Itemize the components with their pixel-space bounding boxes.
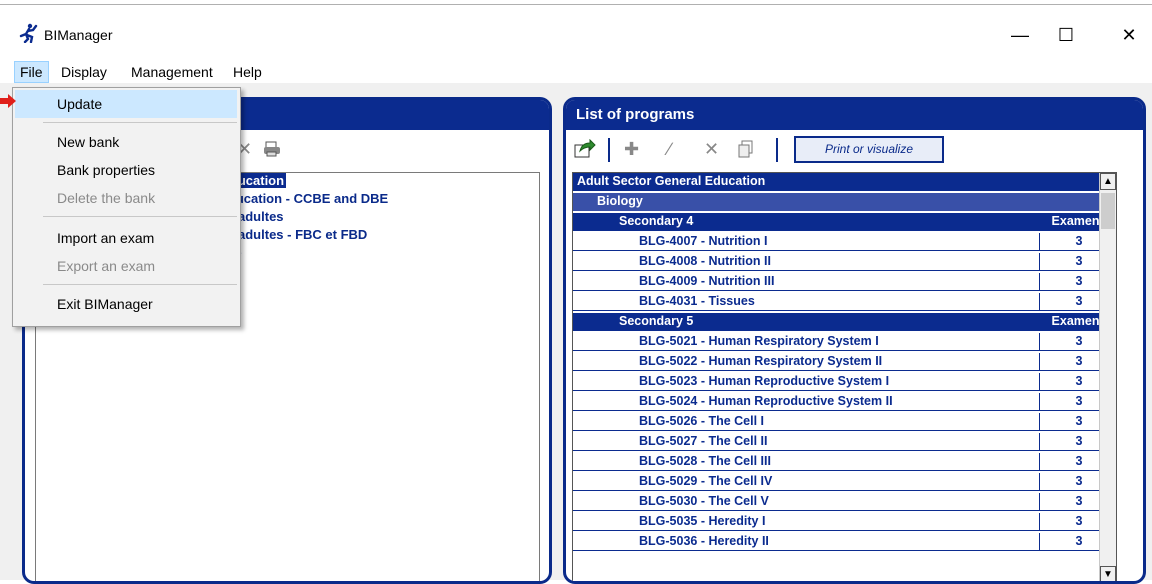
x-icon[interactable]: ✕ bbox=[704, 136, 719, 162]
app-window: BIManager — ☐ ✕ File Display Management … bbox=[0, 4, 1152, 584]
program-name-cell: BLG-4031 - Tissues bbox=[573, 293, 1040, 311]
program-name-cell: BLG-5024 - Human Reproductive System II bbox=[573, 393, 1040, 411]
toolbar-separator bbox=[608, 138, 610, 162]
menu-display[interactable]: Display bbox=[56, 61, 112, 83]
scroll-down-icon[interactable]: ▼ bbox=[1100, 566, 1116, 581]
menu-separator bbox=[43, 216, 237, 217]
table-row[interactable]: BLG-4031 - Tissues 3 bbox=[573, 293, 1116, 311]
program-name-cell: BLG-5036 - Heredity II bbox=[573, 533, 1040, 551]
program-name-cell: BLG-5035 - Heredity I bbox=[573, 513, 1040, 531]
group-header-row[interactable]: Adult Sector General Education bbox=[573, 173, 1116, 191]
table-row[interactable]: BLG-5036 - Heredity II 3 bbox=[573, 533, 1116, 551]
program-name-cell: Secondary 4 bbox=[573, 213, 1040, 231]
menu-item-export-exam: Export an exam bbox=[57, 258, 156, 274]
program-name-cell: BLG-5027 - The Cell II bbox=[573, 433, 1040, 451]
program-name-cell: Adult Sector General Education bbox=[577, 174, 766, 188]
table-row[interactable]: BLG-5028 - The Cell III 3 bbox=[573, 453, 1116, 471]
export-icon[interactable] bbox=[574, 136, 596, 162]
program-name-cell: BLG-5026 - The Cell I bbox=[573, 413, 1040, 431]
scroll-thumb[interactable] bbox=[1101, 193, 1115, 229]
table-row[interactable]: BLG-5024 - Human Reproductive System II 3 bbox=[573, 393, 1116, 411]
group-header-row[interactable]: Secondary 5 Examens bbox=[573, 313, 1116, 331]
scroll-up-icon[interactable]: ▲ bbox=[1100, 173, 1116, 190]
table-row[interactable]: BLG-5029 - The Cell IV 3 bbox=[573, 473, 1116, 491]
group-header-row[interactable]: Biology bbox=[573, 193, 1116, 211]
table-row[interactable]: BLG-5027 - The Cell II 3 bbox=[573, 433, 1116, 451]
menu-management[interactable]: Management bbox=[126, 61, 218, 83]
vertical-scrollbar[interactable]: ▲ ▼ bbox=[1099, 173, 1116, 581]
plus-icon[interactable]: ✚ bbox=[624, 136, 639, 162]
printer-icon[interactable] bbox=[263, 136, 281, 162]
programs-panel: List of programs ✚ ∕ ✕ Print or visualiz… bbox=[563, 97, 1146, 584]
program-name-cell: Biology bbox=[597, 194, 643, 208]
program-name-cell: BLG-4007 - Nutrition I bbox=[573, 233, 1040, 251]
minimize-button[interactable]: — bbox=[997, 17, 1043, 53]
running-figure-icon bbox=[19, 23, 38, 43]
group-header-row[interactable]: Secondary 4 Examens bbox=[573, 213, 1116, 231]
program-name-cell: Secondary 5 bbox=[573, 313, 1040, 331]
print-visualize-button[interactable]: Print or visualize bbox=[794, 136, 944, 163]
menu-bar: File Display Management Help bbox=[0, 61, 1152, 83]
program-name-cell: BLG-5022 - Human Respiratory System II bbox=[573, 353, 1040, 371]
menu-item-delete-bank: Delete the bank bbox=[57, 190, 156, 206]
table-row[interactable]: BLG-4008 - Nutrition II 3 bbox=[573, 253, 1116, 271]
program-name-cell: BLG-4008 - Nutrition II bbox=[573, 253, 1040, 271]
table-row[interactable]: BLG-5021 - Human Respiratory System I3 bbox=[573, 333, 1116, 351]
menu-item-new-bank[interactable]: New bank bbox=[15, 128, 237, 156]
table-row[interactable]: BLG-5023 - Human Reproductive System I3 bbox=[573, 373, 1116, 391]
maximize-button[interactable]: ☐ bbox=[1043, 17, 1089, 53]
menu-item-update[interactable]: Update bbox=[15, 90, 237, 118]
programs-panel-title: List of programs bbox=[566, 100, 1143, 130]
table-row[interactable]: BLG-5026 - The Cell I3 bbox=[573, 413, 1116, 431]
program-name-cell: BLG-5030 - The Cell V bbox=[573, 493, 1040, 511]
program-name-cell: BLG-5021 - Human Respiratory System I bbox=[573, 333, 1040, 351]
menu-separator bbox=[43, 122, 237, 123]
menu-item-exit[interactable]: Exit BIManager bbox=[15, 290, 237, 318]
program-name-cell: BLG-5028 - The Cell III bbox=[573, 453, 1040, 471]
menu-help[interactable]: Help bbox=[228, 61, 267, 83]
pencil-icon[interactable]: ∕ bbox=[668, 136, 671, 162]
menu-file[interactable]: File bbox=[14, 61, 49, 83]
title-bar: BIManager — ☐ ✕ bbox=[0, 5, 1152, 61]
close-button[interactable]: ✕ bbox=[1106, 17, 1152, 53]
table-row[interactable]: BLG-5035 - Heredity I3 bbox=[573, 513, 1116, 531]
menu-separator bbox=[43, 284, 237, 285]
program-name-cell: BLG-5023 - Human Reproductive System I bbox=[573, 373, 1040, 391]
programs-toolbar: ✚ ∕ ✕ Print or visualize bbox=[566, 130, 1143, 168]
window-title: BIManager bbox=[44, 27, 113, 43]
programs-grid[interactable]: Adult Sector General Education Biology Sec… bbox=[572, 172, 1117, 581]
table-row[interactable]: BLG-4007 - Nutrition I3 bbox=[573, 233, 1116, 251]
red-arrow-icon bbox=[0, 94, 16, 108]
table-row[interactable]: BLG-4009 - Nutrition III 3 bbox=[573, 273, 1116, 291]
file-menu-dropdown: Update New bank Bank properties Delete t… bbox=[12, 87, 241, 327]
table-row[interactable]: BLG-5030 - The Cell V3 bbox=[573, 493, 1116, 511]
toolbar-separator bbox=[776, 138, 778, 162]
program-name-cell: BLG-5029 - The Cell IV bbox=[573, 473, 1040, 491]
copy-icon[interactable] bbox=[738, 136, 754, 162]
menu-item-bank-properties[interactable]: Bank properties bbox=[15, 156, 237, 184]
table-row[interactable]: BLG-5022 - Human Respiratory System II 3 bbox=[573, 353, 1116, 371]
menu-item-import-exam[interactable]: Import an exam bbox=[15, 224, 237, 252]
program-name-cell: BLG-4009 - Nutrition III bbox=[573, 273, 1040, 291]
